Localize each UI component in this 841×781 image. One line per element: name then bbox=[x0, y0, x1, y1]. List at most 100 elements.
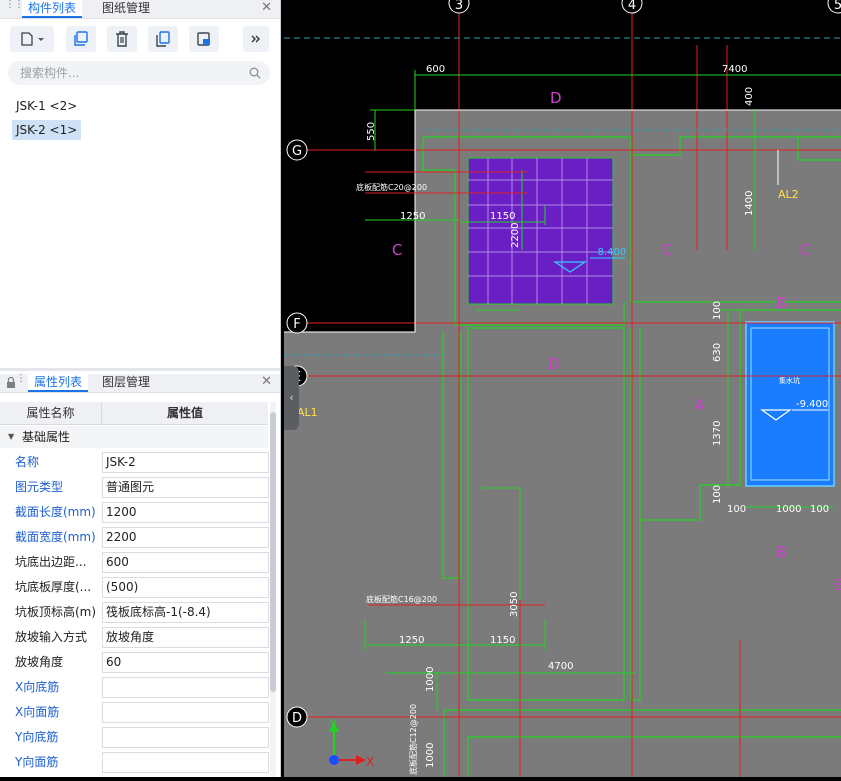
svg-text:100: 100 bbox=[712, 301, 723, 320]
drag-grip-icon[interactable]: ⋮⋮ bbox=[5, 0, 24, 14]
property-key: 名称 bbox=[15, 455, 40, 469]
property-value-field[interactable]: 放坡角度 bbox=[102, 627, 269, 648]
property-row[interactable]: 放坡角度 60 bbox=[0, 650, 269, 675]
scrollbar-thumb[interactable] bbox=[270, 412, 276, 692]
layer-copy-button[interactable] bbox=[189, 26, 219, 52]
svg-text:G: G bbox=[292, 144, 302, 159]
property-row[interactable]: 图元类型 普通图元 bbox=[0, 475, 269, 500]
property-row[interactable]: 截面宽度(mm) 2200 bbox=[0, 525, 269, 550]
svg-text:1250: 1250 bbox=[399, 635, 424, 646]
svg-text:C: C bbox=[800, 241, 810, 259]
property-key: 放坡输入方式 bbox=[15, 630, 88, 644]
svg-text:3050: 3050 bbox=[509, 592, 520, 617]
copy-component-button[interactable] bbox=[66, 26, 96, 52]
property-table-header: 属性名称 属性值 bbox=[0, 402, 268, 425]
search-icon[interactable] bbox=[249, 67, 261, 79]
close-icon[interactable]: ✕ bbox=[261, 0, 272, 18]
svg-text:1000: 1000 bbox=[425, 667, 436, 692]
svg-text:D: D bbox=[292, 711, 302, 726]
property-key: X向面筋 bbox=[15, 705, 60, 719]
property-scrollbar[interactable] bbox=[270, 402, 276, 777]
svg-text:2200: 2200 bbox=[510, 223, 521, 248]
property-row[interactable]: X向底筋 bbox=[0, 675, 269, 700]
svg-text:100: 100 bbox=[727, 504, 746, 515]
duplicate-component-button[interactable] bbox=[148, 26, 178, 52]
svg-text:1000: 1000 bbox=[776, 504, 801, 515]
svg-text:1400: 1400 bbox=[744, 191, 755, 216]
duplicate-icon bbox=[156, 31, 170, 47]
svg-text:X: X bbox=[366, 755, 374, 769]
property-key: 坑底板厚度(... bbox=[15, 580, 92, 594]
property-row[interactable]: Y向面筋 bbox=[0, 750, 269, 775]
property-row[interactable]: 坑底出边距... 600 bbox=[0, 550, 269, 575]
svg-text:AL1: AL1 bbox=[297, 406, 318, 419]
property-key: 坑底出边距... bbox=[15, 555, 87, 569]
component-item-jsk2[interactable]: JSK-2 <1> bbox=[12, 120, 82, 140]
property-value-field[interactable] bbox=[102, 677, 269, 698]
property-row[interactable]: 坑板顶标高(m) 筏板底标高-1(-8.4) bbox=[0, 600, 269, 625]
level-label: -9.400 bbox=[796, 399, 828, 410]
left-panel: ⋮⋮ 构件列表 图纸管理 ✕ 搜索构件... JSK-1 <2> JSK-2 <… bbox=[0, 0, 281, 777]
component-search bbox=[8, 61, 270, 85]
svg-text:1250: 1250 bbox=[400, 211, 425, 222]
collapse-panel-button[interactable]: ‹ bbox=[284, 366, 299, 430]
collapse-triangle-icon: ▼ bbox=[8, 432, 15, 441]
property-value-field[interactable]: JSK-2 bbox=[102, 452, 269, 473]
svg-text:底板配筋C12@200: 底板配筋C12@200 bbox=[408, 704, 418, 775]
panel-splitter[interactable] bbox=[0, 368, 280, 371]
tab-drawing-management[interactable]: 图纸管理 bbox=[96, 0, 156, 18]
property-row[interactable]: X向面筋 bbox=[0, 700, 269, 725]
property-value-field[interactable]: 1200 bbox=[102, 502, 269, 523]
more-tools-button[interactable] bbox=[243, 26, 269, 52]
zone-label: B bbox=[835, 576, 841, 594]
property-value-field[interactable] bbox=[102, 752, 269, 773]
property-key: X向底筋 bbox=[15, 680, 60, 694]
tab-component-list[interactable]: 构件列表 bbox=[22, 0, 83, 18]
component-toolbar bbox=[0, 24, 280, 56]
property-group-basic[interactable]: ▼ 基础属性 bbox=[0, 426, 268, 448]
property-row[interactable]: Y向底筋 bbox=[0, 725, 269, 750]
property-value-field[interactable]: 普通图元 bbox=[102, 477, 269, 498]
property-value-field[interactable]: (500) bbox=[102, 577, 269, 598]
header-property-name: 属性名称 bbox=[0, 402, 102, 424]
property-value-field[interactable]: 600 bbox=[102, 552, 269, 573]
property-row[interactable]: 截面长度(mm) 1200 bbox=[0, 500, 269, 525]
property-key: 坑板顶标高(m) bbox=[15, 605, 97, 619]
double-chevron-right-icon bbox=[251, 35, 260, 43]
tab-layer-management[interactable]: 图层管理 bbox=[96, 374, 156, 392]
svg-text:C: C bbox=[392, 241, 402, 259]
property-value-field[interactable] bbox=[102, 727, 269, 748]
property-value-field[interactable]: 筏板底标高-1(-8.4) bbox=[102, 602, 269, 623]
cad-drawing: 3 4 5 G F E D 600 7400 400 550 1400 1250… bbox=[284, 0, 841, 777]
property-row[interactable]: 坑底板厚度(... (500) bbox=[0, 575, 269, 600]
pit-name: 集水坑 bbox=[779, 376, 800, 385]
search-input[interactable] bbox=[20, 61, 240, 85]
svg-text:630: 630 bbox=[712, 343, 723, 362]
tab-property-list[interactable]: 属性列表 bbox=[28, 374, 89, 392]
svg-text:Y: Y bbox=[328, 717, 337, 731]
drawing-canvas[interactable]: 3 4 5 G F E D 600 7400 400 550 1400 1250… bbox=[284, 0, 841, 777]
property-value-field[interactable]: 60 bbox=[102, 652, 269, 673]
svg-text:B: B bbox=[776, 294, 786, 312]
svg-text:600: 600 bbox=[426, 64, 445, 75]
svg-text:4700: 4700 bbox=[548, 661, 573, 672]
component-item-jsk1[interactable]: JSK-1 <2> bbox=[12, 96, 81, 116]
property-value-field[interactable] bbox=[102, 702, 269, 723]
svg-text:A: A bbox=[694, 396, 705, 414]
svg-text:1000: 1000 bbox=[425, 743, 436, 768]
property-value-field[interactable]: 2200 bbox=[102, 527, 269, 548]
drag-grip-icon[interactable]: ⋮⋮ bbox=[16, 374, 35, 388]
new-component-button[interactable] bbox=[10, 26, 54, 52]
property-row[interactable]: 名称 JSK-2 bbox=[0, 450, 269, 475]
close-icon[interactable]: ✕ bbox=[261, 374, 272, 392]
svg-text:B: B bbox=[776, 543, 786, 561]
delete-component-button[interactable] bbox=[107, 26, 137, 52]
svg-text:7400: 7400 bbox=[722, 64, 747, 75]
property-key: 截面长度(mm) bbox=[15, 505, 96, 519]
lock-icon[interactable] bbox=[6, 376, 16, 389]
property-key: 图元类型 bbox=[15, 480, 64, 494]
svg-text:C: C bbox=[662, 241, 672, 259]
property-row[interactable]: 放坡输入方式 放坡角度 bbox=[0, 625, 269, 650]
property-tabbar: ⋮⋮ 属性列表 图层管理 ✕ bbox=[0, 374, 280, 393]
layer-copy-icon bbox=[197, 32, 210, 46]
